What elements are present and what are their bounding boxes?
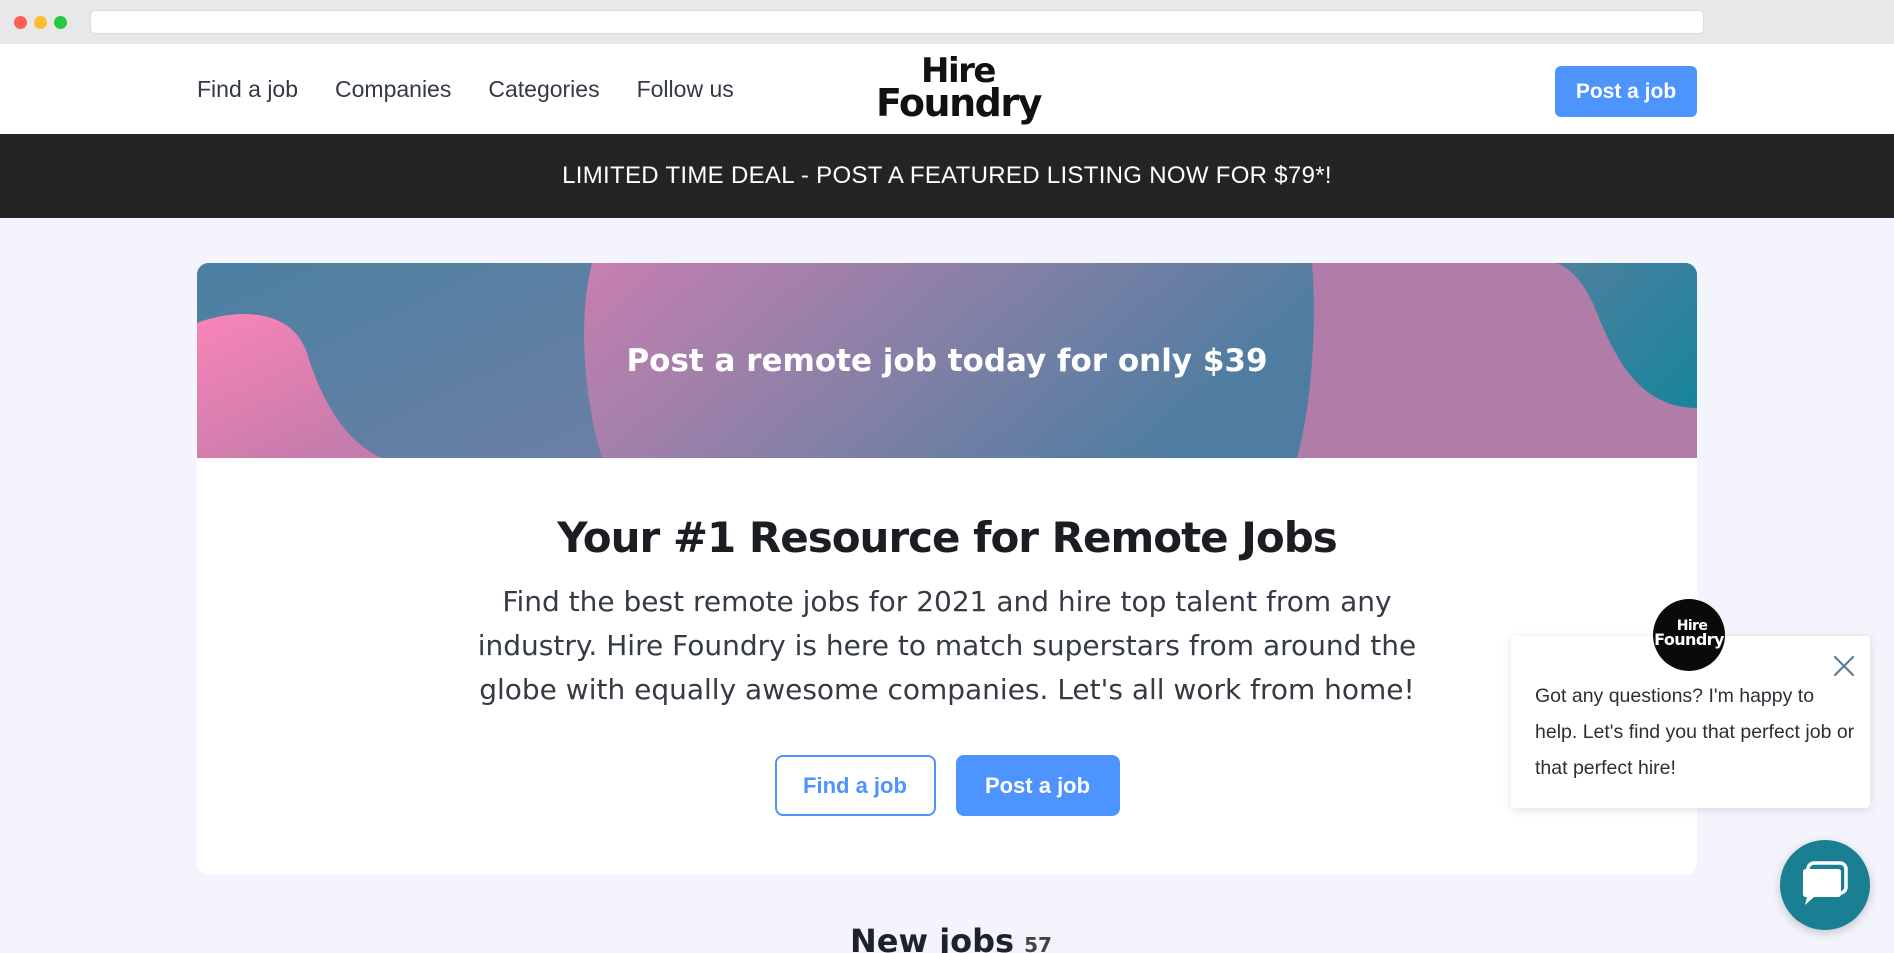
window-minimize-dot[interactable] xyxy=(34,16,47,29)
hero-headline: Your #1 Resource for Remote Jobs xyxy=(557,513,1338,562)
logo-line-2: Foundry xyxy=(876,81,1042,125)
main-nav: Find a job Companies Categories Follow u… xyxy=(197,44,734,134)
promo-bar[interactable]: LIMITED TIME DEAL - POST A FEATURED LIST… xyxy=(0,134,1894,218)
close-icon[interactable] xyxy=(1832,654,1856,678)
hero-actions: Find a job Post a job xyxy=(197,755,1697,816)
hero-card: Post a remote job today for only $39 You… xyxy=(197,263,1697,875)
header-post-job-button[interactable]: Post a job xyxy=(1555,66,1697,117)
avatar-line-2: Foundry xyxy=(1654,630,1724,649)
nav-categories[interactable]: Categories xyxy=(488,76,599,103)
chat-launcher-button[interactable] xyxy=(1780,840,1870,930)
banner-text: Post a remote job today for only $39 xyxy=(626,342,1268,379)
window-maximize-dot[interactable] xyxy=(54,16,67,29)
hero-banner[interactable]: Post a remote job today for only $39 xyxy=(197,263,1697,458)
address-bar[interactable] xyxy=(90,10,1704,34)
nav-find-a-job[interactable]: Find a job xyxy=(197,76,298,103)
window-close-dot[interactable] xyxy=(14,16,27,29)
hero-find-job-button[interactable]: Find a job xyxy=(774,755,936,816)
hero-post-job-button[interactable]: Post a job xyxy=(955,755,1120,816)
new-jobs-heading: New jobs 57 xyxy=(850,922,1052,953)
new-jobs-title: New jobs xyxy=(850,922,1015,953)
site-logo[interactable]: Hire Foundry xyxy=(876,54,1042,125)
nav-follow-us[interactable]: Follow us xyxy=(637,76,734,103)
hero-subtext: Find the best remote jobs for 2021 and h… xyxy=(477,585,1417,706)
chat-message: Got any questions? I'm happy to help. Le… xyxy=(1535,685,1855,779)
new-jobs-count: 57 xyxy=(1024,933,1052,953)
browser-chrome xyxy=(0,0,1894,44)
promo-text: LIMITED TIME DEAL - POST A FEATURED LIST… xyxy=(562,162,1332,189)
site-header: Find a job Companies Categories Follow u… xyxy=(0,44,1894,134)
nav-companies[interactable]: Companies xyxy=(335,76,451,103)
chat-avatar: Hire Foundry xyxy=(1653,599,1725,671)
chat-bubble-icon xyxy=(1803,861,1848,905)
